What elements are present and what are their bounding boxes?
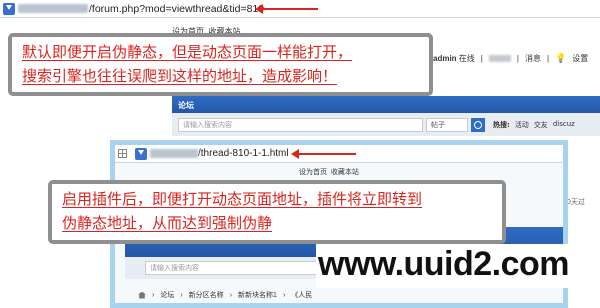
breadcrumb-item[interactable]: 新分区名称	[189, 290, 224, 300]
lightbulb-icon[interactable]: 💡	[555, 53, 566, 64]
forum-nav-bar: 论坛	[172, 96, 600, 113]
search-input[interactable]: 请输入搜索内容	[145, 261, 335, 275]
hot-item[interactable]: 活动	[515, 120, 529, 130]
grid-icon[interactable]	[118, 149, 127, 158]
top-links: 设为首页 收藏本站	[299, 167, 359, 177]
annotation-static-redirect: 启用插件后，即便打开动态页面地址，插件将立即转到 伪静态地址，从而达到强制伪静	[48, 180, 506, 244]
search-type-select[interactable]: 帖子	[426, 117, 468, 132]
messages-link[interactable]: 消息	[525, 53, 541, 64]
breadcrumb-item[interactable]: 论坛	[160, 290, 174, 300]
blurred-domain	[150, 149, 198, 158]
online-status: 在线	[458, 53, 475, 63]
settings-link[interactable]: 设置	[572, 53, 588, 64]
set-homepage-link[interactable]: 设为首页	[299, 169, 327, 176]
hot-item[interactable]: discuz	[553, 120, 575, 130]
hot-item[interactable]: 交友	[534, 120, 548, 130]
red-arrow-icon	[291, 149, 356, 159]
blurred-link	[488, 54, 511, 62]
annotation-line: 默认即便开启伪静态，但是动态页面一样能打开，	[22, 43, 353, 61]
username[interactable]: admin	[433, 54, 457, 63]
search-input[interactable]: 请输入搜索内容	[178, 117, 423, 132]
site-favicon-icon	[3, 2, 15, 15]
breadcrumb: › 论坛 › 新分区名称 › 新新块名称1 › 《人民	[125, 288, 563, 302]
blurred-domain	[18, 4, 88, 13]
annotation-line: 伪静态地址，从而达到强制伪静	[62, 214, 273, 232]
bookmark-link[interactable]: 收藏本站	[331, 169, 359, 176]
dynamic-url-text: /forum.php?mod=viewthread&tid=810	[89, 2, 265, 15]
search-row: 请输入搜索内容 帖子 热搜: 活动 交友 discuz	[172, 113, 600, 136]
nav-forum-tab[interactable]: 论坛	[178, 101, 194, 110]
static-url-text: /thread-810-1-1.html	[198, 148, 289, 159]
hot-label: 热搜:	[493, 120, 510, 129]
red-arrow-icon	[255, 4, 318, 14]
annotation-line: 搜索引擎也往往误爬到这样的地址，造成影响！	[22, 67, 338, 85]
annotation-line: 启用插件后，即便打开动态页面地址，插件将立即转到	[62, 190, 423, 208]
search-icon[interactable]	[471, 117, 485, 132]
site-watermark: www.uuid2.com	[316, 244, 600, 288]
separator: |	[516, 53, 519, 63]
site-favicon-icon	[135, 147, 147, 160]
annotation-dynamic-url: 默认即便开启伪静态，但是动态页面一样能打开， 搜索引擎也往往误爬到这样的地址，造…	[8, 33, 433, 96]
home-icon[interactable]	[138, 291, 146, 299]
separator: |	[546, 53, 550, 63]
hot-searches: 热搜: 活动 交友 discuz	[493, 120, 575, 130]
breadcrumb-item[interactable]: 《人民	[291, 290, 312, 300]
breadcrumb-item[interactable]: 新新块名称1	[238, 290, 277, 300]
separator: |	[480, 53, 483, 63]
user-bar: admin 在线 | | 消息 | 💡 设置	[415, 52, 588, 64]
